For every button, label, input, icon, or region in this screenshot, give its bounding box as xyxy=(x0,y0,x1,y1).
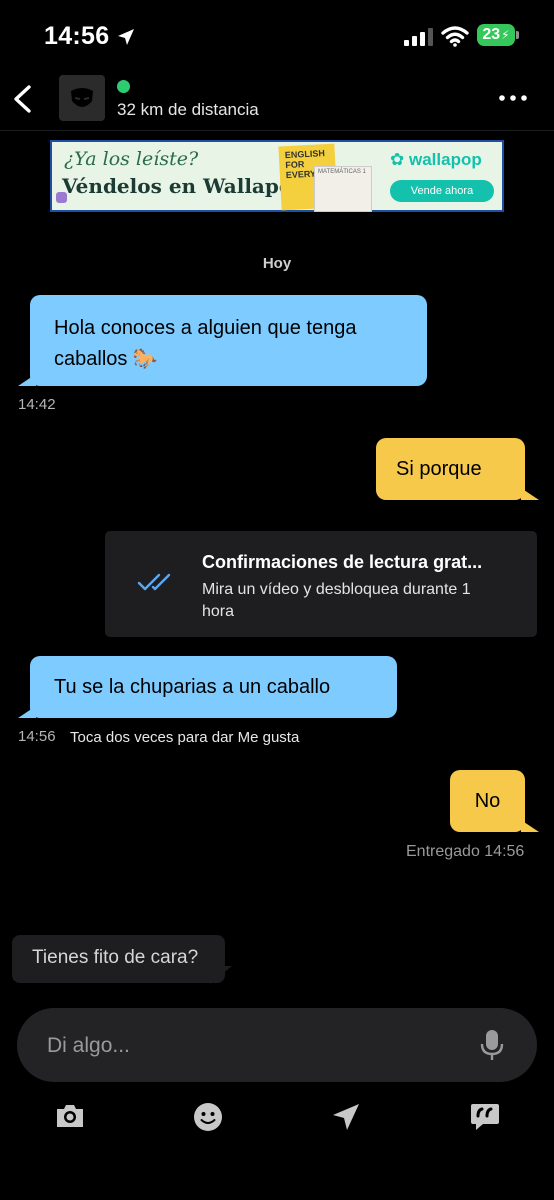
message-composer[interactable] xyxy=(17,1008,537,1084)
profile-distance: 32 km de distancia xyxy=(117,100,259,119)
back-chevron-icon[interactable] xyxy=(10,84,36,114)
status-time: 14:56 xyxy=(44,22,110,50)
wallapop-logo-text: wallapop xyxy=(408,150,482,169)
location-arrow-icon[interactable] xyxy=(331,1102,361,1132)
message-time: 14:42 xyxy=(18,396,56,413)
message-time: 14:56 xyxy=(18,728,56,745)
profile-avatar[interactable] xyxy=(59,75,105,121)
delivery-status: Entregado 14:56 xyxy=(406,843,525,860)
ad-banner[interactable]: ¿Ya los leíste? Véndelos en Wallapop. EN… xyxy=(50,140,504,212)
more-options-icon[interactable] xyxy=(498,94,528,102)
message-input[interactable] xyxy=(45,1008,469,1084)
microphone-icon[interactable] xyxy=(480,1029,504,1061)
ad-tagline: Véndelos en Wallapop. xyxy=(62,174,314,198)
quick-replies-icon[interactable] xyxy=(470,1102,500,1132)
date-separator: Hoy xyxy=(262,255,292,272)
ad-book-math: MATEMÁTICAS 1 xyxy=(314,166,372,212)
ad-choices-icon[interactable] xyxy=(56,192,67,203)
ad-cta-button[interactable]: Vende ahora xyxy=(390,180,494,202)
header-divider xyxy=(0,130,554,131)
read-receipts-promo[interactable]: Confirmaciones de lectura grat... Mira u… xyxy=(105,531,537,637)
read-receipts-title: Confirmaciones de lectura grat... xyxy=(202,552,483,572)
message-incoming[interactable]: Hola conoces a alguien que tenga caballo… xyxy=(30,295,427,386)
cellular-signal-icon xyxy=(404,28,433,46)
double-check-icon xyxy=(137,573,171,591)
battery-indicator: 23 ⚡ xyxy=(477,24,515,46)
charging-icon: ⚡ xyxy=(501,28,510,42)
default-avatar-mask-icon xyxy=(71,88,93,107)
location-services-icon xyxy=(118,29,134,45)
message-incoming[interactable]: Tu se la chuparias a un caballo xyxy=(30,656,397,718)
suggested-reply-tail xyxy=(210,966,232,984)
message-outgoing[interactable]: Si porque xyxy=(376,438,525,500)
message-outgoing[interactable]: No xyxy=(450,770,525,832)
ad-question: ¿Ya los leíste? xyxy=(64,148,199,170)
battery-level: 23 xyxy=(482,26,501,43)
online-status-dot xyxy=(117,80,130,93)
suggested-reply[interactable]: Tienes fito de cara? xyxy=(12,935,225,983)
emoji-icon[interactable] xyxy=(193,1102,223,1132)
read-receipts-subtitle: Mira un vídeo y desbloquea durante 1 hor… xyxy=(202,581,471,620)
camera-icon[interactable] xyxy=(54,1102,86,1130)
wallapop-logo-icon: ✿ xyxy=(390,150,405,169)
wallapop-logo: ✿ wallapop xyxy=(390,150,482,170)
wifi-icon xyxy=(441,26,469,47)
ad-book-math-text: MATEMÁTICAS 1 xyxy=(318,169,366,175)
battery-tip xyxy=(516,31,519,39)
like-hint: Toca dos veces para dar Me gusta xyxy=(70,729,300,746)
